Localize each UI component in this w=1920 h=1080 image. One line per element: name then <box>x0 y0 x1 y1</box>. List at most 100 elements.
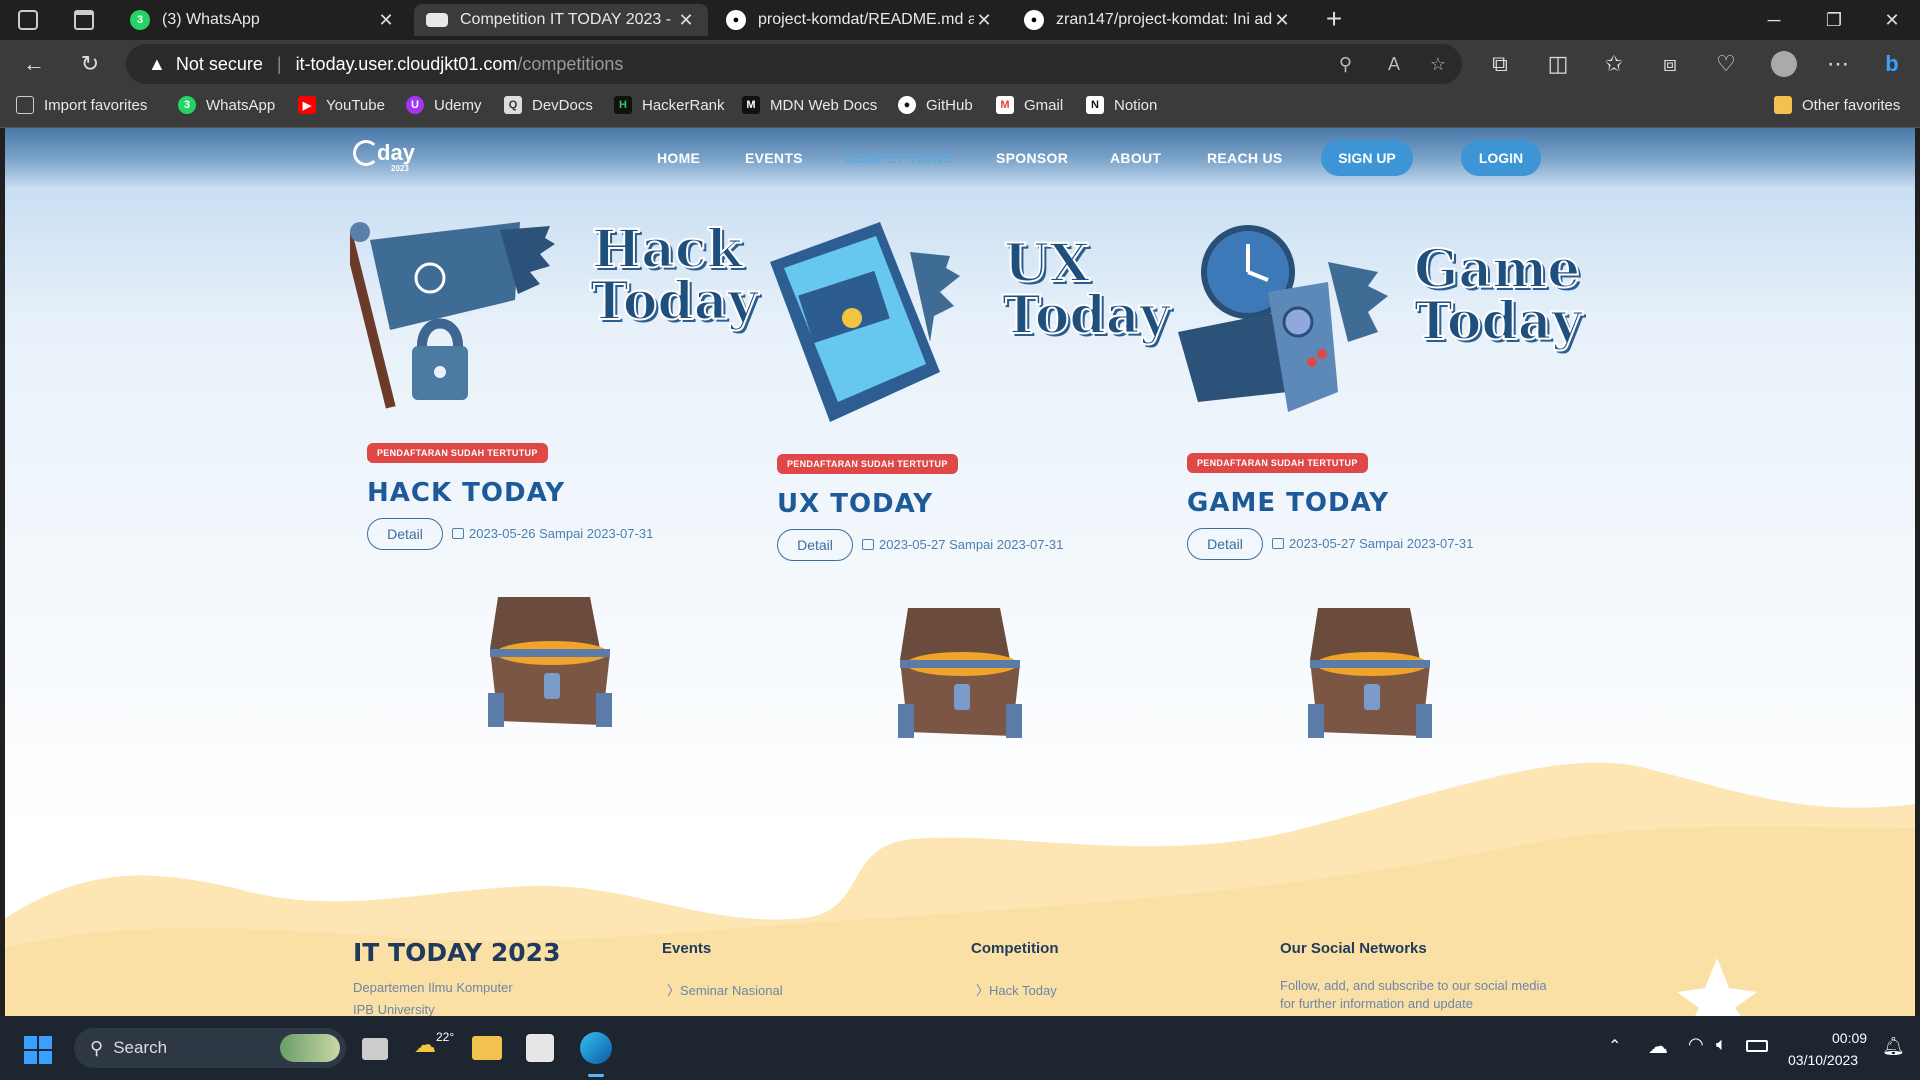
tab-title: project-komdat/README.md at m <box>758 11 974 28</box>
detail-button[interactable]: Detail <box>777 529 853 561</box>
address-bar[interactable]: ▲ Not secure | it-today.user.cloudjkt01.… <box>126 44 1462 84</box>
bookmark-devdocs[interactable]: Q DevDocs <box>504 96 593 114</box>
browser-essentials-icon[interactable]: ♡ <box>1710 48 1742 80</box>
bookmark-mdn[interactable]: M MDN Web Docs <box>742 96 877 114</box>
footer-competition-link[interactable]: 〉Hack Today <box>976 980 1057 999</box>
clock-date[interactable]: 03/10/2023 <box>1788 1052 1858 1068</box>
show-hidden-icons-chevron[interactable]: ⌃ <box>1608 1036 1621 1056</box>
read-aloud-icon[interactable]: A <box>1388 54 1400 75</box>
whatsapp-icon: 3 <box>178 96 196 114</box>
favorite-star-icon[interactable]: ☆ <box>1430 54 1446 75</box>
onedrive-cloud-icon[interactable]: ☁ <box>1648 1034 1668 1059</box>
battery-icon[interactable] <box>1746 1040 1768 1052</box>
footer-social-text-2: for further information and update <box>1280 996 1473 1011</box>
site-icon <box>426 13 448 27</box>
security-label[interactable]: Not secure <box>176 54 263 75</box>
close-tab-icon[interactable]: ✕ <box>974 10 994 31</box>
warning-icon[interactable]: ▲ <box>148 54 166 75</box>
zoom-icon[interactable]: ⚲ <box>1339 54 1352 75</box>
minimize-button[interactable]: ─ <box>1746 0 1802 40</box>
back-button[interactable]: ← <box>18 48 50 80</box>
wifi-icon[interactable]: ◠ <box>1688 1034 1704 1055</box>
bookmark-youtube[interactable]: ▶ YouTube <box>298 96 385 114</box>
microsoft-store-icon[interactable] <box>526 1034 554 1062</box>
browser-toolbar: ← ↻ ▲ Not secure | it-today.user.cloudjk… <box>0 40 1920 88</box>
restore-button[interactable]: ❐ <box>1806 0 1862 40</box>
weather-widget[interactable]: ☁ 22° <box>414 1030 454 1058</box>
split-screen-icon[interactable]: ◫ <box>1542 48 1574 80</box>
url-path: /competitions <box>517 53 624 74</box>
edge-browser-icon[interactable] <box>580 1032 612 1064</box>
notifications-bell-icon[interactable]: 🔔︎ <box>1882 1036 1905 1057</box>
search-highlight-image <box>280 1034 340 1062</box>
detail-button[interactable]: Detail <box>367 518 443 550</box>
search-icon: ⚲ <box>90 1037 104 1058</box>
competition-dates: 2023-05-26 Sampai 2023-07-31 <box>452 526 653 541</box>
tab-title: (3) WhatsApp <box>162 11 260 28</box>
mdn-icon: M <box>742 96 760 114</box>
workspaces-icon[interactable] <box>18 10 38 30</box>
hack-art-word-2: Today <box>589 271 759 332</box>
favorites-icon[interactable]: ✩ <box>1598 48 1630 80</box>
cloud-sun-icon: ☁ <box>414 1032 436 1057</box>
competition-card-game: Game Today PENDAFTARAN SUDAH TERTUTUP GA… <box>1170 128 1583 808</box>
more-menu-icon[interactable]: ⋯ <box>1822 48 1854 80</box>
tab-github-readme[interactable]: ● project-komdat/README.md at m ✕ <box>714 4 1006 36</box>
bookmark-notion[interactable]: N Notion <box>1086 96 1157 114</box>
close-tab-icon[interactable]: ✕ <box>376 10 396 31</box>
gmail-icon: M <box>996 96 1014 114</box>
bookmark-udemy[interactable]: U Udemy <box>406 96 482 114</box>
footer-competition-heading: Competition <box>971 940 1059 957</box>
extensions-icon[interactable]: ⧉ <box>1484 48 1516 80</box>
bookmark-whatsapp[interactable]: 3 WhatsApp <box>178 96 275 114</box>
bookmark-github[interactable]: ● GitHub <box>898 96 973 114</box>
new-tab-button[interactable]: + <box>1318 4 1350 36</box>
devdocs-icon: Q <box>504 96 522 114</box>
file-explorer-icon[interactable] <box>472 1036 502 1060</box>
youtube-icon: ▶ <box>298 96 316 114</box>
bookmark-gmail[interactable]: M Gmail <box>996 96 1063 114</box>
status-badge: PENDAFTARAN SUDAH TERTUTUP <box>367 443 548 463</box>
footer-brand-sub1: Departemen Ilmu Komputer <box>353 980 513 995</box>
hackerrank-icon: H <box>614 96 632 114</box>
bing-copilot-icon[interactable]: b <box>1876 48 1908 80</box>
volume-icon[interactable]: 🔈︎ <box>1716 1034 1727 1055</box>
clock-time[interactable]: 00:09 <box>1832 1030 1867 1046</box>
bookmark-import-favorites[interactable]: Import favorites <box>16 96 147 114</box>
bookmarks-bar: Import favorites 3 WhatsApp ▶ YouTube U Ude… <box>0 88 1920 128</box>
whatsapp-icon: 3 <box>130 10 150 30</box>
competition-title: GAME TODAY <box>1187 488 1390 518</box>
notion-icon: N <box>1086 96 1104 114</box>
bookmark-hackerrank[interactable]: H HackerRank <box>614 96 725 114</box>
calendar-icon <box>1272 538 1284 549</box>
import-icon <box>16 96 34 114</box>
game-art-word-1: Game <box>1413 239 1581 300</box>
game-art-word-2: Today <box>1413 291 1583 352</box>
profile-avatar[interactable] <box>1768 48 1800 80</box>
treasure-chest-illustration <box>488 597 612 727</box>
detail-button[interactable]: Detail <box>1187 528 1263 560</box>
ux-art-word-1: UX <box>1003 233 1091 294</box>
start-windows-icon[interactable] <box>24 1036 52 1064</box>
tab-github-repo[interactable]: ● zran147/project-komdat: Ini adal ✕ <box>1012 4 1304 36</box>
tab-actions-icon[interactable] <box>74 10 94 30</box>
tab-competition[interactable]: Competition IT TODAY 2023 - Pro ✕ <box>414 4 708 36</box>
taskbar-search[interactable]: ⚲ Search <box>74 1028 346 1068</box>
collections-icon[interactable]: ⧈ <box>1654 48 1686 80</box>
footer-events-link[interactable]: 〉Seminar Nasional <box>667 980 783 999</box>
udemy-icon: U <box>406 96 424 114</box>
close-window-button[interactable]: ✕ <box>1864 0 1920 40</box>
close-tab-icon[interactable]: ✕ <box>1272 10 1292 31</box>
close-tab-icon[interactable]: ✕ <box>676 10 696 31</box>
active-app-indicator <box>588 1074 604 1077</box>
task-view-icon[interactable] <box>362 1038 388 1060</box>
other-favorites[interactable]: Other favorites <box>1774 96 1900 114</box>
refresh-button[interactable]: ↻ <box>74 48 106 80</box>
hack-flag-illustration <box>350 222 555 409</box>
status-badge: PENDAFTARAN SUDAH TERTUTUP <box>1187 453 1368 473</box>
ux-art-word-2: Today <box>1001 285 1171 346</box>
browser-tab-bar: 3 (3) WhatsApp ✕ Competition IT TODAY 20… <box>0 0 1920 40</box>
status-badge: PENDAFTARAN SUDAH TERTUTUP <box>777 454 958 474</box>
tab-whatsapp[interactable]: 3 (3) WhatsApp ✕ <box>118 4 408 36</box>
github-icon: ● <box>1024 10 1044 30</box>
